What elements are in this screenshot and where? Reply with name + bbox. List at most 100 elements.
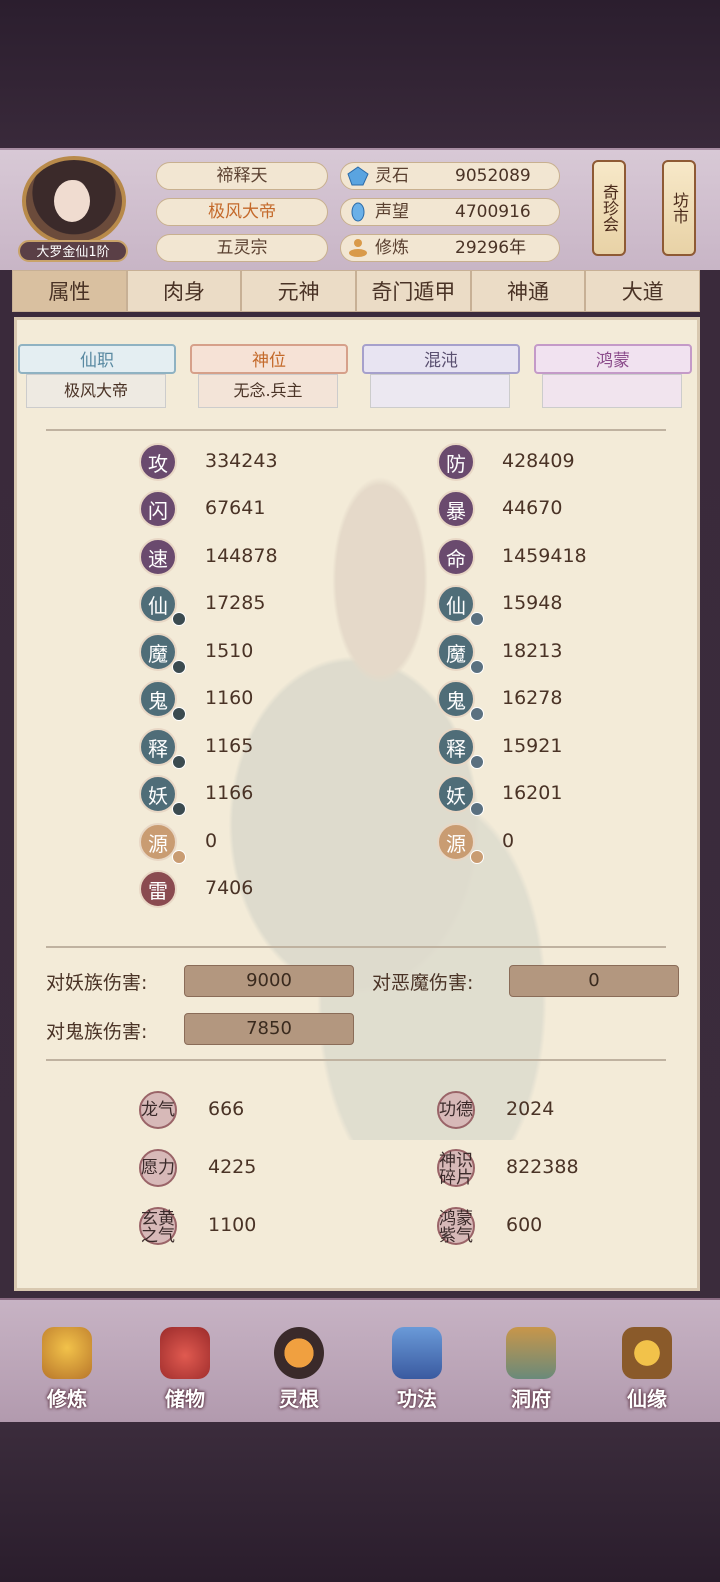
attack-badge-icon	[172, 612, 186, 626]
stat-value: 67641	[205, 497, 266, 519]
subtab-office[interactable]: 仙职	[18, 344, 176, 374]
tab-dao[interactable]: 大道	[585, 270, 701, 312]
stat-icon: 命	[437, 538, 475, 576]
damage-label: 对鬼族伤害:	[46, 1021, 148, 1043]
resource-label: 灵石	[375, 166, 409, 186]
spirit-stone-icon	[347, 166, 369, 186]
stat-value: 1165	[205, 735, 254, 757]
stat-value: 0	[502, 830, 515, 852]
technique-book-icon	[392, 1327, 442, 1379]
defense-badge-icon	[470, 755, 484, 769]
market-button[interactable]: 坊市	[662, 160, 696, 256]
subtab-divine-rank-value: 无念.兵主	[198, 374, 338, 408]
subtab-hongmeng-value	[542, 374, 682, 408]
subtab-divine-rank[interactable]: 神位	[190, 344, 348, 374]
resource-value: 4700916	[455, 202, 531, 222]
stat-value: 1160	[205, 687, 254, 709]
damage-label: 对恶魔伤害:	[372, 972, 474, 994]
resource-prestige: 声望 4700916	[340, 198, 560, 226]
stat-value: 1166	[205, 782, 254, 804]
cave-house-icon	[506, 1327, 556, 1379]
divider	[46, 946, 666, 948]
stat-icon: 防	[437, 443, 475, 481]
stat-value: 428409	[502, 450, 575, 472]
stat-value: 1459418	[502, 545, 587, 567]
stat-value: 600	[506, 1214, 543, 1236]
stat-icon: 雷	[139, 870, 177, 908]
stat-value: 666	[208, 1098, 245, 1120]
wish-power-icon: 愿力	[139, 1149, 177, 1187]
gourd-icon	[622, 1327, 672, 1379]
nav-label: 修炼	[47, 1387, 87, 1411]
storage-bag-icon	[160, 1327, 210, 1379]
stat-value: 16278	[502, 687, 563, 709]
attack-badge-icon	[172, 850, 186, 864]
cultivate-icon	[42, 1327, 92, 1379]
tab-qimen[interactable]: 奇门遁甲	[356, 270, 471, 312]
prestige-icon	[351, 202, 365, 222]
xuanhuang-qi-icon: 玄黄 之气	[139, 1207, 177, 1246]
stat-value: 15921	[502, 735, 563, 757]
damage-value: 0	[509, 965, 679, 997]
subtab-chaos[interactable]: 混沌	[362, 344, 520, 374]
stat-icon: 速	[139, 538, 177, 576]
soul-fragment-icon: 神识 碎片	[437, 1149, 475, 1188]
subtab-chaos-value	[370, 374, 510, 408]
tab-powers[interactable]: 神通	[470, 270, 586, 312]
resource-label: 声望	[375, 202, 409, 222]
defense-badge-icon	[470, 660, 484, 674]
subtab-hongmeng[interactable]: 鸿蒙	[534, 344, 692, 374]
defense-badge-icon	[470, 612, 484, 626]
nav-label: 功法	[397, 1387, 437, 1411]
nav-techniques[interactable]: 功法	[372, 1325, 462, 1415]
defense-badge-icon	[470, 802, 484, 816]
subtab-office-value: 极风大帝	[26, 374, 166, 408]
stat-value: 822388	[506, 1156, 579, 1178]
resource-value: 29296年	[455, 238, 527, 258]
stat-value: 18213	[502, 640, 563, 662]
hongmeng-qi-icon: 鸿蒙 紫气	[437, 1207, 475, 1246]
stat-value: 4225	[208, 1156, 257, 1178]
damage-value: 7850	[184, 1013, 354, 1045]
nav-label: 洞府	[511, 1387, 551, 1411]
spirit-root-icon	[274, 1327, 324, 1379]
stat-icon: 暴	[437, 490, 475, 528]
resource-value: 9052089	[455, 166, 531, 186]
stat-value: 334243	[205, 450, 278, 472]
attack-badge-icon	[172, 755, 186, 769]
defense-badge-icon	[470, 850, 484, 864]
treasure-auction-button[interactable]: 奇珍会	[592, 160, 626, 256]
dragon-qi-icon: 龙气	[139, 1091, 177, 1129]
tab-body[interactable]: 肉身	[126, 270, 242, 312]
tab-spirit[interactable]: 元神	[241, 270, 357, 312]
player-name: 禘释天	[156, 162, 328, 190]
player-rank: 大罗金仙1阶	[18, 240, 128, 262]
attack-badge-icon	[172, 660, 186, 674]
damage-value: 9000	[184, 965, 354, 997]
avatar-face	[54, 180, 90, 222]
player-title: 极风大帝	[156, 198, 328, 226]
divider	[46, 1059, 666, 1061]
divider	[46, 429, 666, 431]
merit-icon: 功德	[437, 1091, 475, 1129]
tab-attributes[interactable]: 属性	[12, 270, 127, 312]
stat-value: 144878	[205, 545, 278, 567]
defense-badge-icon	[470, 707, 484, 721]
nav-label: 仙缘	[627, 1387, 667, 1411]
stat-value: 44670	[502, 497, 563, 519]
nav-label: 储物	[165, 1387, 205, 1411]
stat-value: 7406	[205, 877, 254, 899]
stat-value: 0	[205, 830, 218, 852]
main-tabs: 属性 肉身 元神 奇门遁甲 神通 大道	[12, 270, 701, 314]
resource-label: 修炼	[375, 238, 409, 258]
resource-cultivation: 修炼 29296年	[340, 234, 560, 262]
stat-value: 1100	[208, 1214, 257, 1236]
stat-value: 2024	[506, 1098, 555, 1120]
nav-storage[interactable]: 储物	[140, 1325, 230, 1415]
nav-cultivate[interactable]: 修炼	[22, 1325, 112, 1415]
nav-cave[interactable]: 洞府	[486, 1325, 576, 1415]
nav-fate[interactable]: 仙缘	[602, 1325, 692, 1415]
stat-icon: 攻	[139, 443, 177, 481]
damage-label: 对妖族伤害:	[46, 972, 148, 994]
nav-spirit-root[interactable]: 灵根	[254, 1325, 344, 1415]
